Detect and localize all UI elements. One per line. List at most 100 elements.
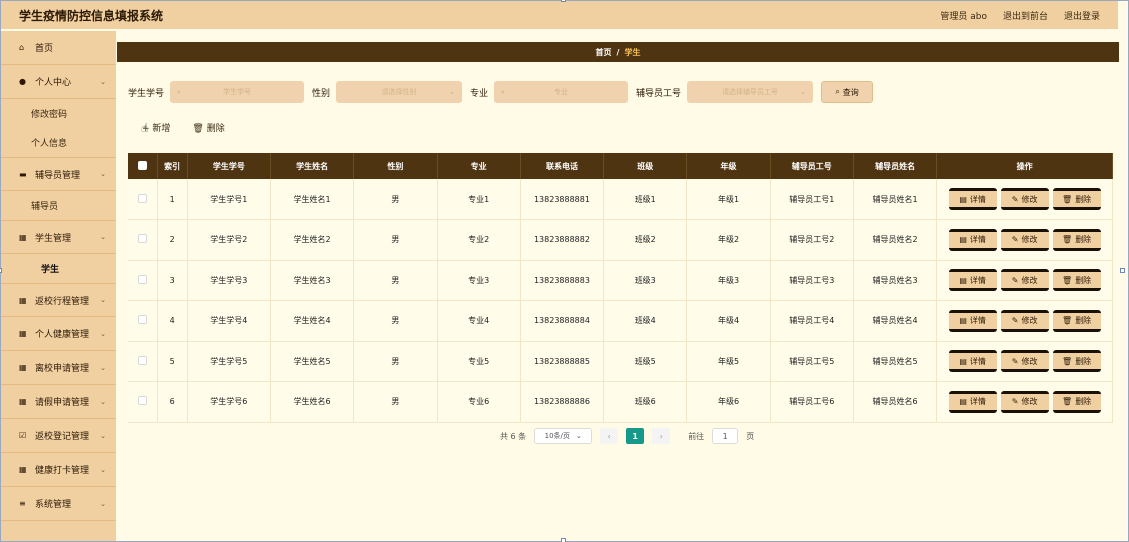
next-page-button[interactable]: › [652,428,671,444]
row-checkbox[interactable] [128,260,158,301]
row-checkbox[interactable] [128,219,158,261]
sidebar-item-label: 辅导员管理 [35,170,81,181]
row-checkbox[interactable] [128,179,158,220]
delete-button[interactable]: 🗑 删除 [192,121,224,134]
edit-button-label: 修改 [1021,194,1038,204]
edit-button[interactable]: ✎ 修改 [1000,228,1049,251]
sidebar-subitem-counselor[interactable]: 辅导员 [1,191,116,220]
edit-button-label: 修改 [1021,397,1038,407]
row-checkbox[interactable] [128,381,158,423]
delete-row-button[interactable]: 🗑 删除 [1052,188,1101,210]
cell-actions: ▤ 详情 ✎ 修改 🗑 删除 [936,219,1113,261]
sidebar-item-personal-center[interactable]: ● 个人中心 ⌄ [1,65,116,99]
page-number-current[interactable]: 1 [626,428,645,444]
cell-class: 班级4 [603,300,688,342]
sidebar-item-home[interactable]: ⌂ 首页 [1,31,116,65]
sidebar-item-student-management[interactable]: ▦ 学生管理 ⌄ [1,220,116,254]
sidebar-item-leave-request-management[interactable]: ▦ 请假申请管理 ⌄ [1,385,116,419]
edit-button[interactable]: ✎ 修改 [1000,350,1049,373]
gender-label: 性别 [312,88,331,99]
student-no-label: 学生学号 [128,88,165,99]
prev-page-button[interactable]: ‹ [600,428,619,444]
cell-gender: 男 [353,341,438,382]
sidebar-item-label: 系统管理 [35,500,72,510]
sidebar-subitem-change-password[interactable]: 修改密码 [1,99,116,128]
detail-button-label: 详情 [969,397,986,407]
app-title: 学生疫情防控信息填报系统 [19,8,164,23]
query-button[interactable]: ⌕ 查询 [821,81,874,103]
delete-row-button[interactable]: 🗑 删除 [1052,228,1101,251]
table-row: 2 学生学号2 学生姓名2 男专业2 13823888882 班级2 年级2 辅导员工号2 辅导… [128,219,1113,261]
resize-handle[interactable] [561,0,566,2]
edit-button[interactable]: ✎ 修改 [1000,309,1049,332]
search-form: 学生学号 ⌕ 学生学号 性别 请选择性别 ⌄ 专业 ⌕ 专业 辅导员工号 请选择… [128,80,874,104]
logout-link[interactable]: 退出登录 [1064,9,1100,22]
detail-button-label: 详情 [969,356,986,366]
detail-button[interactable]: ▤ 详情 [948,350,997,373]
detail-button[interactable]: ▤ 详情 [948,269,997,292]
counselor-no-select[interactable]: 请选择辅导员工号 ⌄ [687,81,814,103]
trash-icon: 🗑 [1062,356,1073,366]
page-size-select[interactable]: 10条/页 ⌄ [534,428,593,444]
pencil-icon: ✎ [1011,397,1019,407]
delete-row-button[interactable]: 🗑 删除 [1052,309,1101,332]
resize-handle[interactable] [1120,268,1125,273]
breadcrumb-current: 学生 [624,47,641,57]
cell-student-no: 学生学号3 [187,260,271,301]
counselor-no-label: 辅导员工号 [636,88,682,99]
edit-button[interactable]: ✎ 修改 [1000,188,1049,210]
edit-button[interactable]: ✎ 修改 [1000,390,1049,413]
row-checkbox[interactable] [128,341,158,382]
select-all-checkbox[interactable] [128,153,158,179]
edit-button-label: 修改 [1021,275,1038,285]
major-input[interactable]: ⌕ 专业 [494,81,629,103]
student-no-input[interactable]: ⌕ 学生学号 [170,81,305,103]
column-header: 学生姓名 [270,153,355,179]
resize-handle[interactable] [561,538,566,542]
sidebar-subitem-student[interactable]: 学生 [1,254,116,283]
detail-button[interactable]: ▤ 详情 [948,228,997,251]
cell-index: 3 [157,260,188,301]
cell-counselor-name: 辅导员姓名2 [853,219,938,261]
table-row: 6 学生学号6 学生姓名6 男专业6 13823888886 班级6 年级6 辅导员工号6 辅导… [128,381,1113,423]
admin-label: 管理员 abo [940,11,987,22]
delete-row-button-label: 删除 [1075,235,1092,245]
sidebar-item-health-management[interactable]: ▦ 个人健康管理 ⌄ [1,317,116,351]
cell-class: 班级6 [603,381,688,423]
cell-index: 1 [157,179,188,220]
sidebar-item-return-trip-management[interactable]: ▦ 返校行程管理 ⌄ [1,283,116,317]
cell-actions: ▤ 详情 ✎ 修改 🗑 删除 [936,300,1113,342]
sidebar-subitem-personal-info[interactable]: 个人信息 [1,128,116,157]
sidebar-item-counselor-management[interactable]: ▬ 辅导员管理 ⌄ [1,157,116,191]
goto-page-input[interactable]: 1 [712,428,739,444]
grid-icon: ▦ [19,397,27,406]
sidebar-item-leave-school-management[interactable]: ▦ 离校申请管理 ⌄ [1,351,116,385]
resize-handle[interactable] [0,268,2,273]
breadcrumb-home[interactable]: 首页 [596,47,612,58]
delete-row-button[interactable]: 🗑 删除 [1052,390,1101,413]
detail-button[interactable]: ▤ 详情 [948,188,997,210]
cell-counselor-no: 辅导员工号3 [770,260,854,301]
gender-select[interactable]: 请选择性别 ⌄ [336,81,463,103]
cell-class: 班级5 [603,341,688,382]
sidebar-item-health-checkin-management[interactable]: ▦ 健康打卡管理 ⌄ [1,453,116,487]
detail-button[interactable]: ▤ 详情 [948,390,997,413]
delete-row-button[interactable]: 🗑 删除 [1052,269,1101,292]
edit-button[interactable]: ✎ 修改 [1000,269,1049,292]
cell-index: 5 [157,341,188,382]
column-header: 专业 [437,153,521,179]
sidebar-item-system-management[interactable]: ≡ 系统管理 ⌄ [1,487,116,521]
sidebar-item-label: 离校申请管理 [35,364,90,374]
row-checkbox[interactable] [128,300,158,342]
delete-row-button[interactable]: 🗑 删除 [1052,350,1101,373]
sidebar-item-return-registration-management[interactable]: ☑ 返校登记管理 ⌄ [1,419,116,453]
detail-button[interactable]: ▤ 详情 [948,309,997,332]
major-label: 专业 [470,88,489,99]
delete-row-button-label: 删除 [1075,397,1092,407]
document-icon: ▤ [959,397,967,407]
mouse-cursor-icon: ☝ [141,121,149,135]
cell-grade: 年级5 [686,341,771,382]
back-to-front-link[interactable]: 退出到前台 [1003,9,1048,22]
table-row: 1 学生学号1 学生姓名1 男专业1 13823888881 班级1 年级1 辅导员工号1 辅导… [128,179,1113,220]
document-icon: ▤ [959,194,967,204]
